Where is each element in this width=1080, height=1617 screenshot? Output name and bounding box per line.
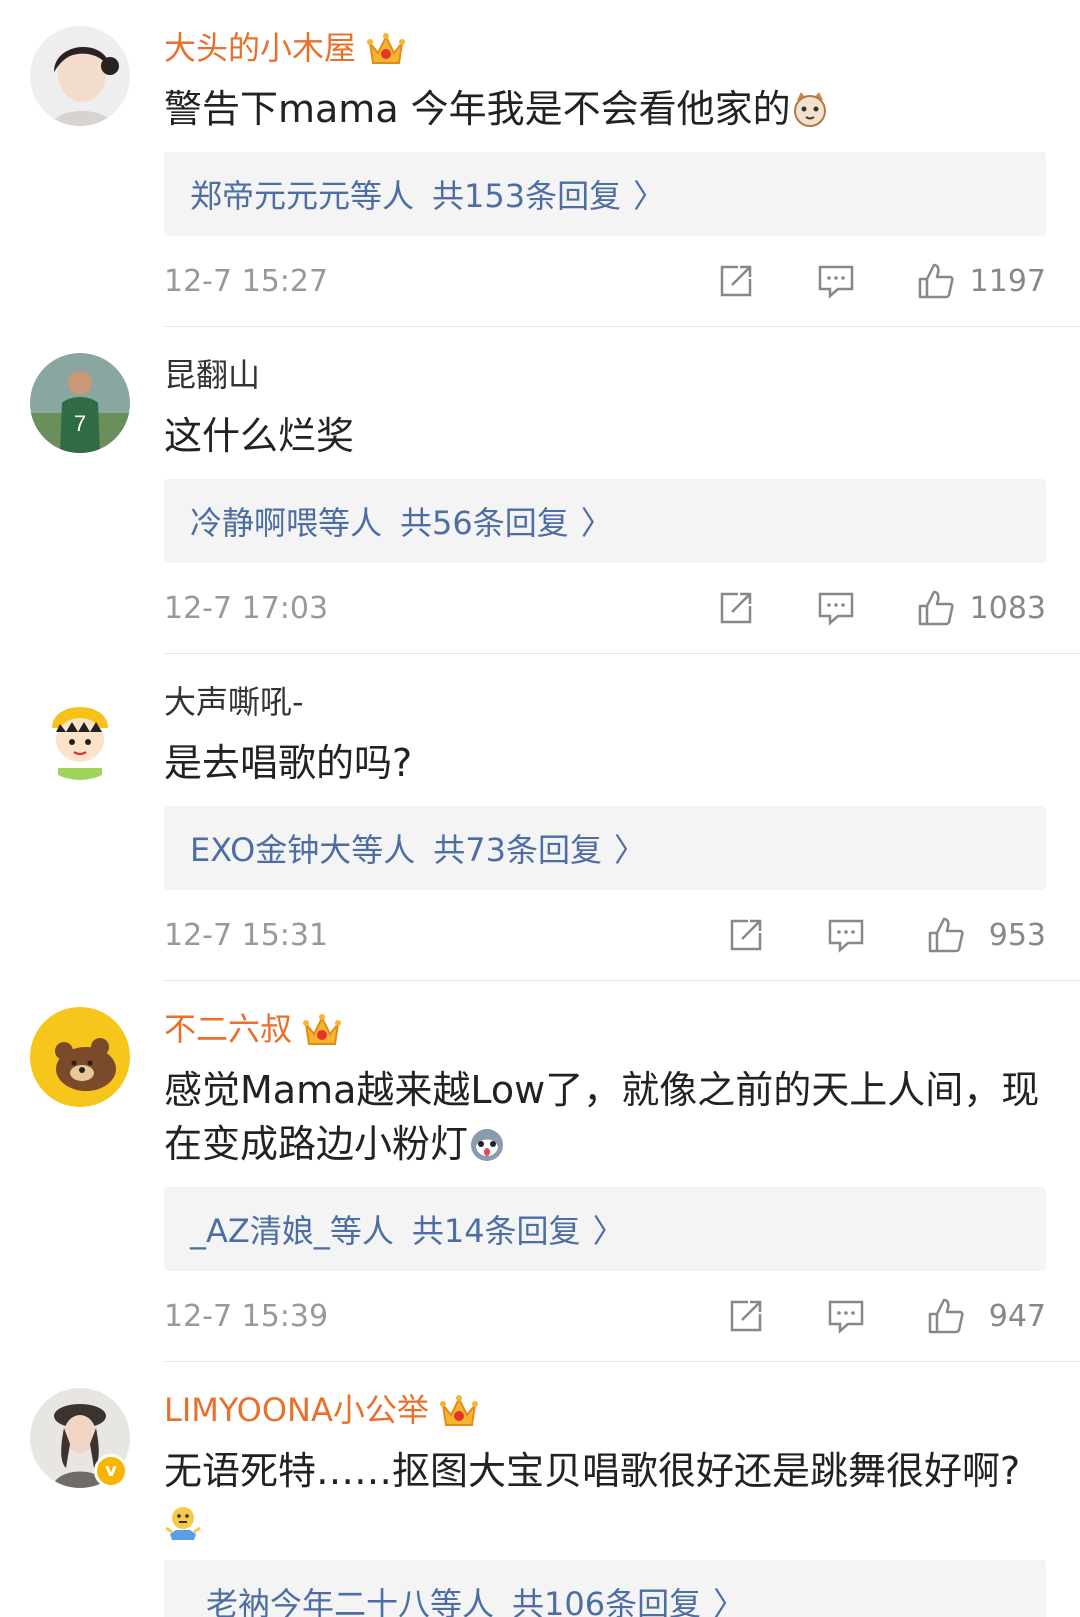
verified-badge-icon: v [94, 1454, 128, 1488]
chevron-right-icon: 〉 [592, 1212, 625, 1250]
username[interactable]: 昆翻山 [164, 355, 260, 395]
comment-item: 大头的小木屋 警告下mama 今年我是不会看他家的 郑帝元元元等人 共153条回… [0, 0, 1080, 326]
reply-summary[interactable]: EXO金钟大等人 共73条回复 〉 [164, 806, 1046, 890]
timestamp: 12-7 15:39 [164, 1298, 329, 1334]
reply-count[interactable]: 共153条回复 [432, 171, 621, 217]
avatar[interactable] [30, 26, 130, 126]
chevron-right-icon: 〉 [614, 831, 647, 869]
avatar[interactable]: 7 [30, 353, 130, 453]
comment-item: 大声嘶吼- 是去唱歌的吗? EXO金钟大等人 共73条回复 〉 12-7 15:… [0, 654, 1080, 980]
reply-count[interactable]: 共14条回复 [412, 1206, 581, 1252]
repost-icon[interactable] [726, 1296, 766, 1336]
timestamp: 12-7 15:27 [164, 263, 329, 299]
thumbs-up-icon[interactable] [926, 915, 966, 955]
vip-crown-icon [302, 1010, 342, 1048]
comment-icon[interactable] [826, 915, 866, 955]
username[interactable]: LIMYOONA小公举 [164, 1390, 429, 1430]
avatar[interactable] [30, 680, 130, 780]
reply-summary[interactable]: 冷静啊喂等人 共56条回复 〉 [164, 479, 1046, 563]
comment-text: 无语死特……抠图大宝贝唱歌很好还是跳舞很好啊? [164, 1449, 1021, 1493]
repost-icon[interactable] [716, 588, 756, 628]
chevron-right-icon: 〉 [633, 177, 666, 215]
like-count: 953 [988, 917, 1046, 953]
reply-count[interactable]: 共56条回复 [400, 498, 569, 544]
vip-crown-icon [366, 29, 406, 67]
reply-count[interactable]: 共106条回复 [512, 1579, 701, 1617]
comment-text: 感觉Mama越来越Low了，就像之前的天上人间，现在变成路边小粉灯 [164, 1068, 1040, 1166]
reply-authors[interactable]: 郑帝元元元等人 [190, 171, 414, 217]
timestamp: 12-7 15:31 [164, 917, 329, 953]
reply-authors[interactable]: EXO金钟大等人 [190, 825, 415, 871]
comment-icon[interactable] [816, 588, 856, 628]
comment-item: v LIMYOONA小公举 无语死特……抠图大宝贝唱歌很好还是跳舞很好啊? _老… [0, 1362, 1080, 1617]
comment-item: 不二六叔 感觉Mama越来越Low了，就像之前的天上人间，现在变成路边小粉灯 _… [0, 981, 1080, 1361]
username[interactable]: 不二六叔 [164, 1009, 292, 1049]
comment-icon[interactable] [816, 261, 856, 301]
timestamp: 12-7 17:03 [164, 590, 329, 626]
chevron-right-icon: 〉 [580, 504, 613, 542]
username[interactable]: 大头的小木屋 [164, 28, 356, 68]
reply-authors[interactable]: _AZ清娘_等人 [190, 1206, 394, 1252]
comment-icon[interactable] [826, 1296, 866, 1336]
thumbs-up-icon[interactable] [916, 588, 956, 628]
thumbs-up-icon[interactable] [926, 1296, 966, 1336]
avatar[interactable] [30, 1007, 130, 1107]
comment-feed: 大头的小木屋 警告下mama 今年我是不会看他家的 郑帝元元元等人 共153条回… [0, 0, 1080, 1617]
comment-text: 这什么烂奖 [164, 414, 355, 458]
shrug-face-icon [164, 1504, 202, 1542]
repost-icon[interactable] [716, 261, 756, 301]
reply-count[interactable]: 共73条回复 [433, 825, 602, 871]
like-count: 947 [988, 1298, 1046, 1334]
repost-icon[interactable] [726, 915, 766, 955]
username[interactable]: 大声嘶吼- [164, 682, 304, 722]
reply-authors[interactable]: _老衲今年二十八等人 [190, 1579, 494, 1617]
husky-face-icon [468, 1125, 506, 1163]
reply-summary[interactable]: _老衲今年二十八等人 共106条回复 〉 [164, 1560, 1046, 1617]
like-count: 1083 [969, 590, 1046, 626]
cat-face-icon [791, 90, 829, 128]
reply-summary[interactable]: _AZ清娘_等人 共14条回复 〉 [164, 1187, 1046, 1271]
reply-authors[interactable]: 冷静啊喂等人 [190, 498, 382, 544]
like-count: 1197 [969, 263, 1046, 299]
vip-crown-icon [439, 1391, 479, 1429]
comment-item: 7 昆翻山 这什么烂奖 冷静啊喂等人 共56条回复 〉 12-7 17:03 1… [0, 327, 1080, 653]
chevron-right-icon: 〉 [713, 1585, 746, 1617]
comment-text: 是去唱歌的吗? [164, 741, 413, 785]
thumbs-up-icon[interactable] [916, 261, 956, 301]
reply-summary[interactable]: 郑帝元元元等人 共153条回复 〉 [164, 152, 1046, 236]
comment-text: 警告下mama 今年我是不会看他家的 [164, 82, 1046, 136]
svg-text:7: 7 [74, 411, 86, 436]
